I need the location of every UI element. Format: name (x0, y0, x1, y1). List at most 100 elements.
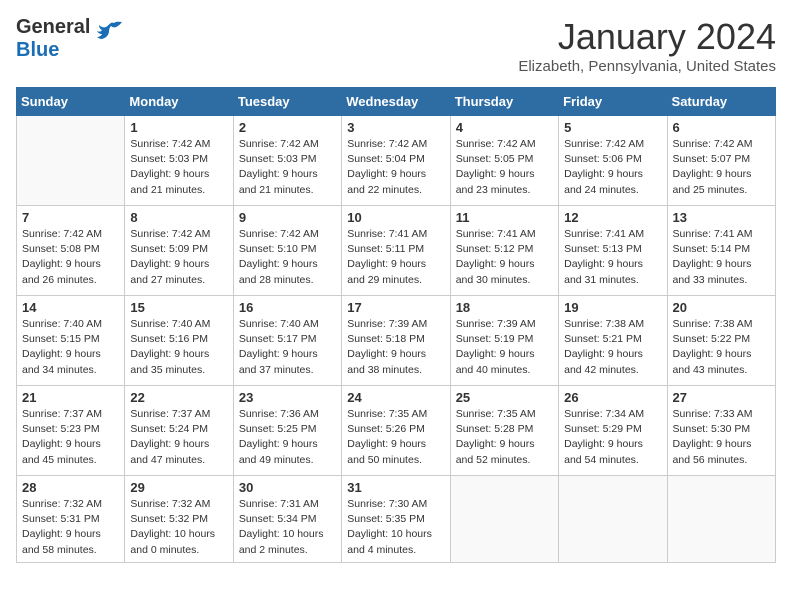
day-number: 26 (564, 390, 661, 405)
calendar-cell: 13 Sunrise: 7:41 AMSunset: 5:14 PMDayligh… (667, 206, 775, 296)
day-number: 13 (673, 210, 770, 225)
calendar-cell: 25Sunrise: 7:35 AMSunset: 5:28 PMDayligh… (450, 386, 558, 476)
day-number: 22 (130, 390, 227, 405)
calendar-cell: 17Sunrise: 7:39 AMSunset: 5:18 PMDayligh… (342, 296, 450, 386)
calendar-cell: 21Sunrise: 7:37 AMSunset: 5:23 PMDayligh… (17, 386, 125, 476)
day-info: Sunrise: 7:41 AMSunset: 5:11 PMDaylight:… (347, 227, 444, 288)
day-info: Sunrise: 7:32 AMSunset: 5:32 PMDaylight:… (130, 497, 227, 558)
calendar-cell: 6 Sunrise: 7:42 AMSunset: 5:07 PMDaylight… (667, 116, 775, 206)
day-number: 19 (564, 300, 661, 315)
day-info: Sunrise: 7:41 AMSunset: 5:12 PMDaylight:… (456, 227, 553, 288)
day-info: Sunrise: 7:38 AMSunset: 5:21 PMDaylight:… (564, 317, 661, 378)
day-number: 16 (239, 300, 336, 315)
day-number: 17 (347, 300, 444, 315)
day-info: Sunrise: 7:38 AMSunset: 5:22 PMDaylight:… (673, 317, 770, 378)
calendar-cell: 1Sunrise: 7:42 AMSunset: 5:03 PMDaylight… (125, 116, 233, 206)
calendar-cell: 2Sunrise: 7:42 AMSunset: 5:03 PMDaylight… (233, 116, 341, 206)
calendar-cell: 26 Sunrise: 7:34 AMSunset: 5:29 PMDayligh… (559, 386, 667, 476)
calendar-cell: 20 Sunrise: 7:38 AMSunset: 5:22 PMDayligh… (667, 296, 775, 386)
day-number: 2 (239, 120, 336, 135)
day-info: Sunrise: 7:37 AMSunset: 5:23 PMDaylight:… (22, 407, 119, 468)
calendar-cell: 7 Sunrise: 7:42 AMSunset: 5:08 PMDaylight… (17, 206, 125, 296)
header-day-thursday: Thursday (450, 88, 558, 116)
location-title: Elizabeth, Pennsylvania, United States (518, 58, 776, 75)
title-section: January 2024 Elizabeth, Pennsylvania, Un… (518, 16, 776, 75)
calendar-cell: 8 Sunrise: 7:42 AMSunset: 5:09 PMDaylight… (125, 206, 233, 296)
day-number: 20 (673, 300, 770, 315)
day-info: Sunrise: 7:32 AMSunset: 5:31 PMDaylight:… (22, 497, 119, 558)
day-number: 25 (456, 390, 553, 405)
calendar-cell: 9 Sunrise: 7:42 AMSunset: 5:10 PMDaylight… (233, 206, 341, 296)
day-info: Sunrise: 7:41 AMSunset: 5:14 PMDaylight:… (673, 227, 770, 288)
day-info: Sunrise: 7:40 AMSunset: 5:15 PMDaylight:… (22, 317, 119, 378)
day-number: 8 (130, 210, 227, 225)
header-day-tuesday: Tuesday (233, 88, 341, 116)
calendar-cell: 12Sunrise: 7:41 AMSunset: 5:13 PMDayligh… (559, 206, 667, 296)
day-number: 31 (347, 480, 444, 495)
day-number: 7 (22, 210, 119, 225)
day-info: Sunrise: 7:34 AMSunset: 5:29 PMDaylight:… (564, 407, 661, 468)
day-number: 28 (22, 480, 119, 495)
day-info: Sunrise: 7:42 AMSunset: 5:09 PMDaylight:… (130, 227, 227, 288)
day-info: Sunrise: 7:42 AMSunset: 5:10 PMDaylight:… (239, 227, 336, 288)
day-number: 3 (347, 120, 444, 135)
day-number: 6 (673, 120, 770, 135)
calendar-cell (667, 476, 775, 563)
logo: General Blue (16, 16, 124, 62)
day-number: 18 (456, 300, 553, 315)
day-info: Sunrise: 7:42 AMSunset: 5:07 PMDaylight:… (673, 137, 770, 198)
day-info: Sunrise: 7:42 AMSunset: 5:04 PMDaylight:… (347, 137, 444, 198)
calendar-cell: 22 Sunrise: 7:37 AMSunset: 5:24 PMDayligh… (125, 386, 233, 476)
day-number: 30 (239, 480, 336, 495)
logo-bird-icon (94, 19, 124, 49)
day-number: 23 (239, 390, 336, 405)
calendar-cell: 11Sunrise: 7:41 AMSunset: 5:12 PMDayligh… (450, 206, 558, 296)
month-title: January 2024 (518, 16, 776, 58)
week-row-5: 28 Sunrise: 7:32 AMSunset: 5:31 PMDayligh… (17, 476, 776, 563)
header-day-wednesday: Wednesday (342, 88, 450, 116)
header-day-sunday: Sunday (17, 88, 125, 116)
week-row-1: 1Sunrise: 7:42 AMSunset: 5:03 PMDaylight… (17, 116, 776, 206)
day-info: Sunrise: 7:31 AMSunset: 5:34 PMDaylight:… (239, 497, 336, 558)
calendar-cell: 10 Sunrise: 7:41 AMSunset: 5:11 PMDayligh… (342, 206, 450, 296)
week-row-3: 14 Sunrise: 7:40 AMSunset: 5:15 PMDayligh… (17, 296, 776, 386)
calendar-cell: 5 Sunrise: 7:42 AMSunset: 5:06 PMDaylight… (559, 116, 667, 206)
day-info: Sunrise: 7:42 AMSunset: 5:06 PMDaylight:… (564, 137, 661, 198)
day-number: 5 (564, 120, 661, 135)
calendar-cell: 19 Sunrise: 7:38 AMSunset: 5:21 PMDayligh… (559, 296, 667, 386)
day-number: 12 (564, 210, 661, 225)
header: General Blue January 2024 Elizabeth, Pen… (16, 16, 776, 75)
calendar-cell: 14 Sunrise: 7:40 AMSunset: 5:15 PMDayligh… (17, 296, 125, 386)
logo-blue: Blue (16, 39, 59, 61)
day-number: 10 (347, 210, 444, 225)
calendar-cell: 18 Sunrise: 7:39 AMSunset: 5:19 PMDayligh… (450, 296, 558, 386)
day-number: 9 (239, 210, 336, 225)
day-info: Sunrise: 7:35 AMSunset: 5:26 PMDaylight:… (347, 407, 444, 468)
day-number: 27 (673, 390, 770, 405)
calendar-cell: 28 Sunrise: 7:32 AMSunset: 5:31 PMDayligh… (17, 476, 125, 563)
calendar-table: SundayMondayTuesdayWednesdayThursdayFrid… (16, 87, 776, 563)
calendar-cell: 15Sunrise: 7:40 AMSunset: 5:16 PMDayligh… (125, 296, 233, 386)
day-number: 29 (130, 480, 227, 495)
week-row-2: 7 Sunrise: 7:42 AMSunset: 5:08 PMDaylight… (17, 206, 776, 296)
day-info: Sunrise: 7:42 AMSunset: 5:08 PMDaylight:… (22, 227, 119, 288)
day-number: 24 (347, 390, 444, 405)
day-number: 1 (130, 120, 227, 135)
calendar-cell: 4Sunrise: 7:42 AMSunset: 5:05 PMDaylight… (450, 116, 558, 206)
header-day-monday: Monday (125, 88, 233, 116)
calendar-cell (450, 476, 558, 563)
calendar-cell: 16Sunrise: 7:40 AMSunset: 5:17 PMDayligh… (233, 296, 341, 386)
calendar-cell: 30 Sunrise: 7:31 AMSunset: 5:34 PMDayligh… (233, 476, 341, 563)
day-info: Sunrise: 7:37 AMSunset: 5:24 PMDaylight:… (130, 407, 227, 468)
calendar-cell (559, 476, 667, 563)
day-info: Sunrise: 7:42 AMSunset: 5:05 PMDaylight:… (456, 137, 553, 198)
calendar-cell (17, 116, 125, 206)
week-row-4: 21Sunrise: 7:37 AMSunset: 5:23 PMDayligh… (17, 386, 776, 476)
day-info: Sunrise: 7:40 AMSunset: 5:16 PMDaylight:… (130, 317, 227, 378)
calendar-cell: 24 Sunrise: 7:35 AMSunset: 5:26 PMDayligh… (342, 386, 450, 476)
day-info: Sunrise: 7:39 AMSunset: 5:19 PMDaylight:… (456, 317, 553, 378)
logo-general: General (16, 16, 90, 38)
day-number: 14 (22, 300, 119, 315)
calendar-cell: 3 Sunrise: 7:42 AMSunset: 5:04 PMDaylight… (342, 116, 450, 206)
calendar-cell: 31Sunrise: 7:30 AMSunset: 5:35 PMDayligh… (342, 476, 450, 563)
